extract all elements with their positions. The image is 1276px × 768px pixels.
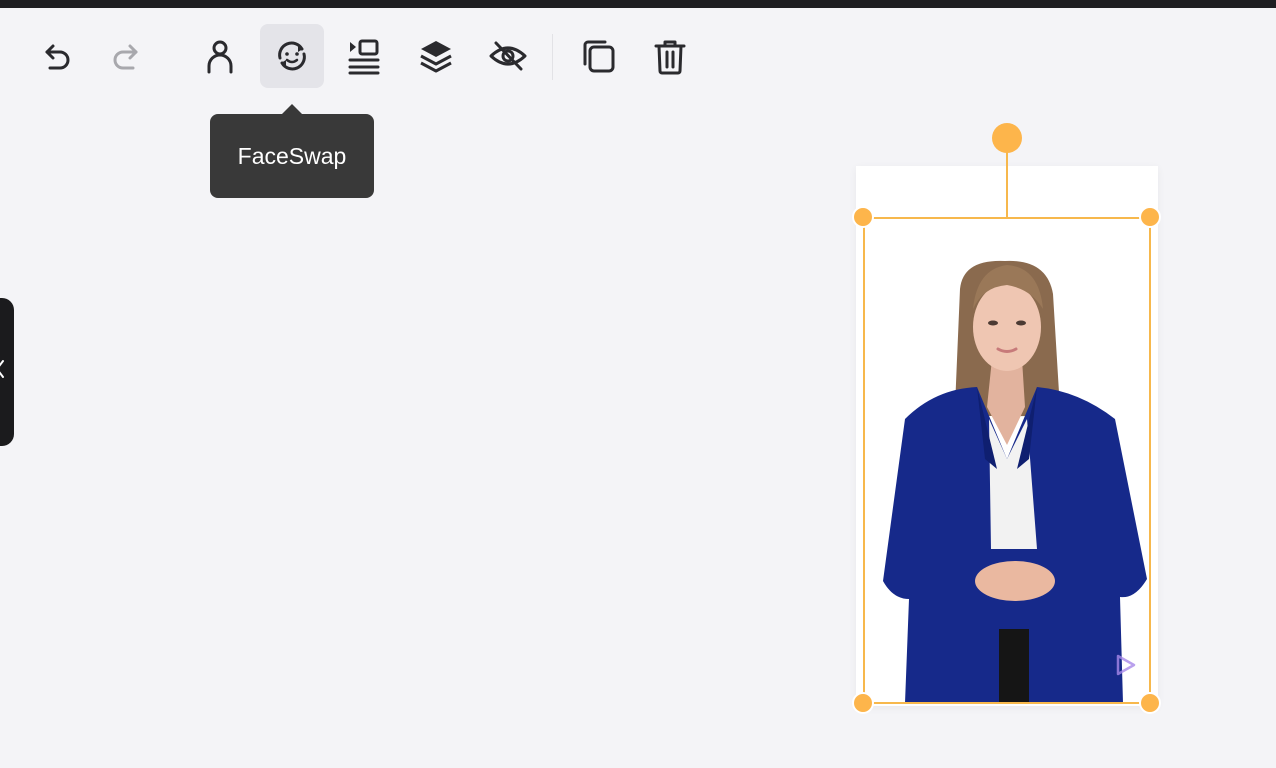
duplicate-icon	[583, 40, 615, 73]
eye-off-icon	[489, 41, 527, 71]
tooltip-text: FaceSwap	[237, 142, 347, 169]
faceswap-icon	[278, 41, 306, 71]
layers-icon	[420, 41, 452, 73]
avatar-button[interactable]	[188, 24, 252, 88]
duplicate-button[interactable]	[566, 24, 630, 88]
resize-handle-bottom-right[interactable]	[1139, 692, 1161, 714]
editor-toolbar	[0, 0, 1276, 100]
toolbar-divider	[552, 34, 553, 80]
faceswap-tooltip: FaceSwap	[210, 104, 374, 198]
undo-icon	[45, 44, 70, 70]
rotation-stem	[1006, 150, 1008, 217]
faceswap-button[interactable]	[260, 24, 324, 88]
align-button[interactable]	[332, 24, 396, 88]
person-icon	[207, 40, 233, 74]
trash-icon	[654, 40, 686, 75]
undo-button[interactable]	[24, 24, 88, 88]
redo-button[interactable]	[95, 24, 159, 88]
rotate-handle[interactable]	[992, 123, 1022, 153]
hide-button[interactable]	[476, 24, 540, 88]
side-panel-toggle[interactable]	[0, 298, 14, 446]
resize-handle-top-left[interactable]	[852, 206, 874, 228]
redo-icon	[113, 44, 138, 70]
selection-box	[863, 217, 1151, 704]
resize-handle-top-right[interactable]	[1139, 206, 1161, 228]
layers-button[interactable]	[404, 24, 468, 88]
align-icon	[348, 39, 380, 75]
resize-handle-bottom-left[interactable]	[852, 692, 874, 714]
delete-button[interactable]	[638, 24, 702, 88]
chevron-left-icon	[0, 360, 4, 378]
